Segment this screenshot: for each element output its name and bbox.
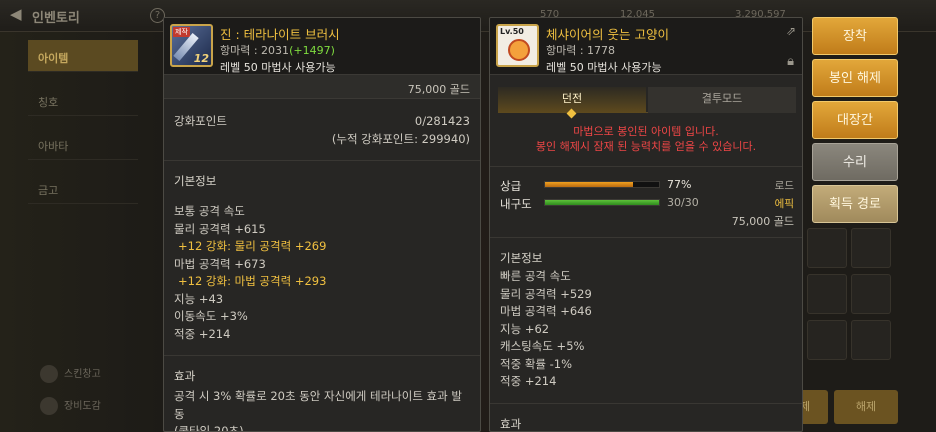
stat-line: 마법 공격력 +673 <box>174 256 266 271</box>
item-power: 항마력 : 2031(+1497) <box>220 42 335 58</box>
active-tab-diamond-icon <box>566 108 577 119</box>
acquisition-route-button[interactable]: 획득 경로 <box>812 185 898 223</box>
brush-weapon-icon: 제작 12 <box>170 24 213 67</box>
stat-line: 적중 확률 -1% <box>500 356 573 371</box>
enhance-stat-line: +12 강화: 물리 공격력 +269 <box>178 239 327 253</box>
skin-storage-link[interactable]: 스킨창고 <box>40 365 101 383</box>
divider <box>490 237 802 238</box>
tab-pvp[interactable]: 결투모드 <box>648 87 796 113</box>
lock-icon[interactable]: 🔒︎ <box>787 54 794 69</box>
grade-label: 상급 <box>500 179 522 193</box>
item-requirement: 레벨 50 마법사 사용가능 <box>546 61 662 74</box>
tab-dungeon-label: 던전 <box>561 92 583 105</box>
effect-title: 효과 <box>174 369 196 383</box>
cat-item-icon: Lv.50 <box>496 24 539 67</box>
stat-line: 마법 공격력 +646 <box>500 304 592 318</box>
sealed-warning: 마법으로 봉인된 아이템 입니다. 봉인 해제시 잠재 된 능력치를 얻을 수 … <box>490 124 802 154</box>
stat-line: 빠른 공격 속도 <box>500 269 571 283</box>
item-name: 진 : 테라나이트 브러시 <box>220 27 340 42</box>
enhance-point-value: 0/281423 <box>414 114 470 128</box>
sidebar-tab-storage[interactable]: 금고 <box>28 172 138 204</box>
stat-list: 빠른 공격 속도 물리 공격력 +529 마법 공격력 +646 지능 +62 … <box>500 268 792 391</box>
skin-storage-label: 스킨창고 <box>64 369 101 380</box>
item-requirement: 레벨 50 마법사 사용가능 <box>220 61 336 74</box>
stat-line: 지능 +62 <box>500 321 550 336</box>
enhance-point-label: 강화포인트 <box>174 114 227 128</box>
stat-line: 보통 공격 속도 <box>174 204 245 218</box>
sidebar-tab-title[interactable]: 칭호 <box>28 84 138 116</box>
effect-line: 공격 시 3% 확률로 20초 동안 자신에게 테라나이트 효과 발동 <box>174 389 462 421</box>
effect-line: (쿨타임 20초) <box>174 424 244 432</box>
durability-label: 내구도 <box>500 197 532 211</box>
durability-value: 30/30 <box>667 196 699 209</box>
power-bonus: (+1497) <box>289 44 335 57</box>
item-price: 75,000 골드 <box>731 215 794 228</box>
durability-row: 내구도 30/30 에픽 <box>498 195 794 213</box>
inventory-slot[interactable] <box>807 320 847 360</box>
stat-line: 물리 공격력 +529 <box>500 286 592 301</box>
grade-value: 77% <box>667 178 692 191</box>
enhance-point-total: (누적 강화포인트: 299940) <box>331 131 470 146</box>
mode-tabs: 던전 결투모드 <box>498 87 796 119</box>
share-icon[interactable]: ⇗ <box>786 24 796 38</box>
divider <box>490 402 802 404</box>
tab-dungeon[interactable]: 던전 <box>498 87 646 119</box>
sealed-line: 봉인 해제시 잠재 된 능력치를 얻을 수 있습니다. <box>535 140 757 153</box>
unseal-button[interactable]: 봉인 해제 <box>812 59 898 97</box>
stat-line: 적중 +214 <box>500 374 557 388</box>
inventory-sidebar: 아이템 칭호 아바타 금고 스킨창고 장비도감 <box>0 32 163 432</box>
divider <box>164 355 480 356</box>
power-label: 항마력 : 2031 <box>220 44 290 57</box>
level-badge: Lv.50 <box>500 27 524 36</box>
durability-bar <box>544 199 660 206</box>
cat-face-shape <box>508 39 530 61</box>
item-header: Lv.50 체샤이어의 웃는 고양이 항마력 : 1778 레벨 50 마법사 … <box>490 18 802 75</box>
bottom-release-button-2[interactable]: 해제 <box>834 390 898 424</box>
selected-item-tooltip: Lv.50 체샤이어의 웃는 고양이 항마력 : 1778 레벨 50 마법사 … <box>489 17 803 432</box>
inventory-slot[interactable] <box>851 320 891 360</box>
sidebar-tab-item[interactable]: 아이템 <box>28 40 138 72</box>
rarity-label: 에픽 <box>774 198 794 210</box>
item-header: 제작 12 진 : 테라나이트 브러시 항마력 : 2031(+1497) 레벨… <box>164 18 480 75</box>
sealed-line: 마법으로 봉인된 아이템 입니다. <box>573 125 719 138</box>
divider <box>164 160 480 161</box>
stat-line: 이동속도 +3% <box>174 309 248 323</box>
stat-list: 보통 공격 속도 물리 공격력 +615 +12 강화: 물리 공격력 +269… <box>174 203 470 343</box>
blacksmith-button[interactable]: 대장간 <box>812 101 898 139</box>
repair-button[interactable]: 수리 <box>812 143 898 181</box>
item-price: 75,000 골드 <box>164 75 480 99</box>
stat-line: 적중 +214 <box>174 326 231 341</box>
divider <box>490 166 802 167</box>
inventory-slot[interactable] <box>851 228 891 268</box>
skin-storage-icon <box>40 365 58 383</box>
enhance-level: 12 <box>193 52 209 65</box>
inventory-slot[interactable] <box>807 228 847 268</box>
equipped-item-tooltip: 제작 12 진 : 테라나이트 브러시 항마력 : 2031(+1497) 레벨… <box>163 17 481 432</box>
equipment-book-link[interactable]: 장비도감 <box>40 397 101 415</box>
basic-info-title: 기본정보 <box>174 174 217 188</box>
grade-bar <box>544 181 660 188</box>
item-power: 항마력 : 1778 <box>546 44 616 57</box>
effect-title: 효과 <box>500 416 522 431</box>
inventory-slot[interactable] <box>851 274 891 314</box>
stat-line: 지능 +43 <box>174 291 224 306</box>
enhance-stat-line: +12 강화: 마법 공격력 +293 <box>178 274 327 288</box>
basic-info-title: 기본정보 <box>500 251 543 265</box>
equipment-book-label: 장비도감 <box>64 401 101 412</box>
stat-line: 물리 공격력 +615 <box>174 221 266 236</box>
inventory-slot[interactable] <box>807 274 847 314</box>
grade-side: 로드 <box>774 180 794 192</box>
enhance-point-row: 강화포인트 0/281423 <box>174 113 470 131</box>
sidebar-tab-avatar[interactable]: 아바타 <box>28 128 138 160</box>
grade-bar-fill <box>545 182 633 187</box>
back-arrow-icon[interactable]: ◀ <box>10 5 22 23</box>
equipment-book-icon <box>40 397 58 415</box>
item-name: 체샤이어의 웃는 고양이 <box>546 27 669 42</box>
stat-line: 캐스팅속도 +5% <box>500 339 585 353</box>
crafted-tag: 제작 <box>173 27 190 37</box>
equip-button[interactable]: 장착 <box>812 17 898 55</box>
inventory-title: 인벤토리 <box>32 11 80 26</box>
durability-bar-fill <box>545 200 659 205</box>
grade-row: 상급 77% 로드 <box>498 177 794 195</box>
